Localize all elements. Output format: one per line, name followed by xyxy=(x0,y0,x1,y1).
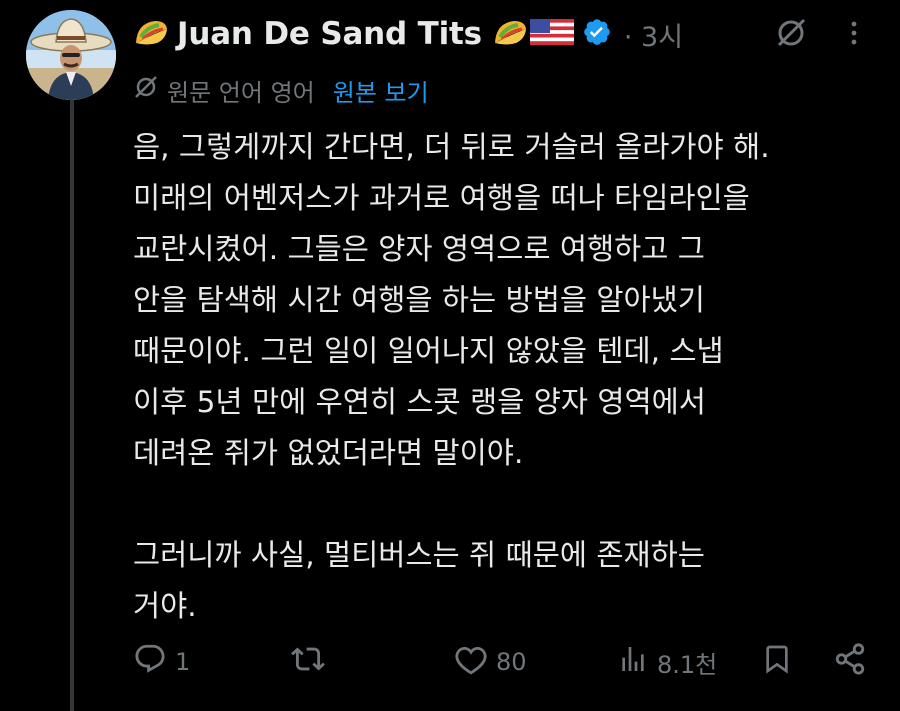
tweet-line: 이후 5년 만에 우연히 스콧 랭을 양자 영역에서 xyxy=(133,385,706,419)
taco-icon xyxy=(133,17,169,51)
bookmark-button[interactable] xyxy=(761,640,793,684)
grok-icon[interactable] xyxy=(774,16,808,54)
bookmark-icon xyxy=(761,642,793,682)
repost-button[interactable] xyxy=(290,640,334,684)
share-button[interactable] xyxy=(833,640,867,684)
tweet-line: 교란시켰어. 그들은 양자 영역으로 여행하고 그 xyxy=(133,232,705,266)
avatar[interactable] xyxy=(26,10,116,100)
avatar-image xyxy=(26,10,116,100)
view-count: 8.1천 xyxy=(657,650,718,679)
like-count: 80 xyxy=(496,648,527,676)
tweet-line: 거야. xyxy=(133,589,197,623)
tweet-line: 음, 그렇게까지 간다면, 더 뒤로 거슬러 올라가야 해. xyxy=(133,130,770,164)
author-display-name[interactable]: Juan De Sand Tits xyxy=(177,16,482,52)
grok-translate-icon xyxy=(133,74,159,106)
repost-icon xyxy=(290,642,326,682)
view-original-link[interactable]: 원본 보기 xyxy=(333,73,429,108)
tweet-timestamp[interactable]: · 3시 xyxy=(624,15,683,54)
tweet-body: 음, 그렇게까지 간다면, 더 뒤로 거슬러 올라가야 해. 미래의 어벤저스가… xyxy=(133,122,888,632)
like-button[interactable]: 80 xyxy=(454,640,527,684)
views-button[interactable]: 8.1천 xyxy=(617,640,717,684)
us-flag-icon xyxy=(529,17,574,51)
thread-connector-line xyxy=(70,100,74,711)
share-icon xyxy=(833,642,867,682)
tweet-line: 데려온 쥐가 없었더라면 말이야. xyxy=(133,436,524,470)
translation-source-label: 원문 언어 영어 xyxy=(167,78,315,107)
verified-badge-icon[interactable] xyxy=(582,17,612,51)
tweet-line: 안을 탐색해 시간 여행을 하는 방법을 알아냈기 xyxy=(133,283,705,317)
taco-icon xyxy=(492,17,528,51)
reply-button[interactable]: 1 xyxy=(133,640,190,684)
translation-notice: 원문 언어 영어 원본 보기 xyxy=(133,72,429,108)
reply-icon xyxy=(133,642,167,682)
heart-icon xyxy=(454,642,488,682)
tweet-line: 때문이야. 그런 일이 일어나지 않았을 텐데, 스냅 xyxy=(133,334,724,368)
tweet-line: 그러니까 사실, 멀티버스는 쥐 때문에 존재하는 xyxy=(133,538,705,572)
views-chart-icon xyxy=(617,642,649,682)
tweet-line: 미래의 어벤저스가 과거로 여행을 떠나 타임라인을 xyxy=(133,181,750,215)
more-options-icon[interactable] xyxy=(848,20,860,50)
reply-count: 1 xyxy=(175,648,191,676)
tweet-actions: 1 80 8.1천 xyxy=(133,640,873,684)
